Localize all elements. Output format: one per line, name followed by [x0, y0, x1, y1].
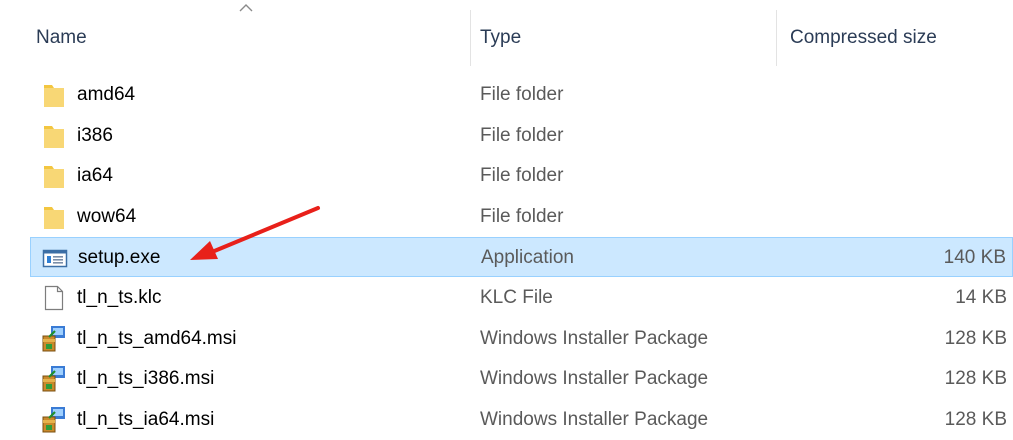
file-name: tl_n_ts_i386.msi	[77, 368, 215, 390]
file-row[interactable]: tl_n_ts_ia64.msi Windows Installer Packag…	[30, 400, 1013, 440]
file-type: Windows Installer Package	[480, 368, 709, 390]
file-size: 128 KB	[944, 327, 1007, 349]
folder-icon	[41, 203, 67, 231]
chevron-up-icon[interactable]	[237, 2, 255, 14]
file-name: tl_n_ts_ia64.msi	[77, 408, 215, 430]
document-icon	[41, 284, 67, 312]
file-type: File folder	[480, 165, 564, 187]
file-type: KLC File	[480, 287, 553, 308]
installer-package-icon	[41, 406, 67, 434]
file-size: 128 KB	[944, 368, 1007, 390]
column-header-type[interactable]: Type	[480, 26, 521, 50]
column-divider[interactable]	[776, 10, 777, 66]
column-divider[interactable]	[470, 10, 471, 66]
file-type: Windows Installer Package	[480, 408, 709, 430]
folder-icon	[41, 81, 67, 109]
file-name: amd64	[77, 84, 136, 105]
file-row[interactable]: setup.exe Application 140 KB	[30, 237, 1013, 278]
file-row[interactable]: i386 File folder	[30, 116, 1013, 156]
application-icon	[42, 244, 68, 272]
file-type: File folder	[480, 205, 564, 227]
file-name: wow64	[77, 205, 137, 227]
file-row[interactable]: ia64 File folder	[30, 156, 1013, 196]
file-row[interactable]: tl_n_ts_i386.msi Windows Installer Packag…	[30, 359, 1013, 399]
file-name: ia64	[77, 165, 113, 187]
folder-icon	[41, 122, 67, 150]
installer-package-icon	[41, 325, 67, 353]
folder-icon	[41, 162, 67, 190]
file-name: tl_n_ts.klc	[77, 287, 162, 308]
file-size: 128 KB	[944, 408, 1007, 430]
file-type: Windows Installer Package	[480, 327, 709, 349]
file-type: File folder	[480, 124, 564, 146]
column-header-name[interactable]: Name	[36, 26, 87, 50]
file-name: i386	[77, 124, 113, 146]
file-row[interactable]: wow64 File folder	[30, 197, 1013, 237]
installer-package-icon	[41, 365, 67, 393]
column-header-bar: Name Type Compressed size	[0, 0, 1013, 70]
file-name: setup.exe	[78, 247, 161, 269]
file-size: 140 KB	[943, 247, 1006, 269]
file-row[interactable]: amd64 File folder	[30, 75, 1013, 115]
file-size: 14 KB	[955, 287, 1007, 308]
file-row[interactable]: tl_n_ts_amd64.msi Windows Installer Packa…	[30, 319, 1013, 359]
file-type: Application	[481, 247, 574, 269]
column-header-compressed-size[interactable]: Compressed size	[790, 26, 937, 50]
file-name: tl_n_ts_amd64.msi	[77, 327, 237, 349]
file-type: File folder	[480, 84, 564, 105]
file-row[interactable]: tl_n_ts.klc KLC File 14 KB	[30, 278, 1013, 318]
